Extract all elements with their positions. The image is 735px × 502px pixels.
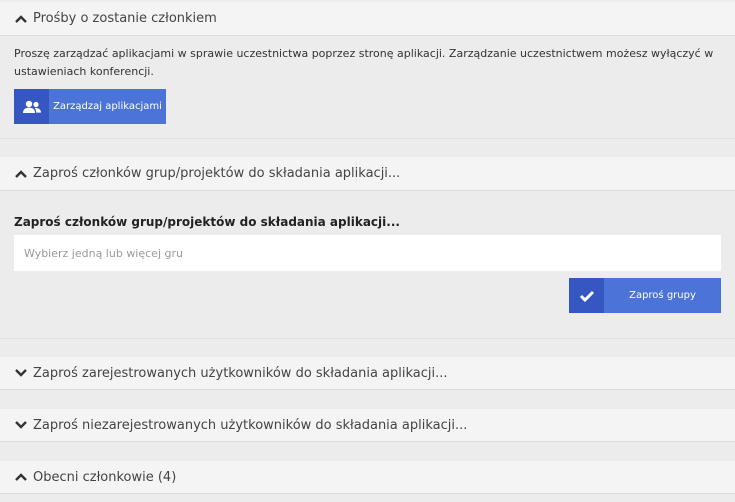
divider	[0, 338, 735, 339]
users-icon	[14, 89, 49, 124]
section-header-invite-unregistered[interactable]: Zaproś niezarejestrowanych użytkowników …	[0, 409, 735, 442]
button-label: Zarządzaj aplikacjami	[53, 101, 162, 112]
section-title: Zaproś niezarejestrowanych użytkowników …	[33, 417, 468, 433]
section-title: Obecni członkowie (4)	[33, 469, 177, 485]
chevron-up-icon	[14, 167, 28, 181]
check-icon	[569, 278, 604, 313]
chevron-down-icon	[14, 418, 28, 432]
divider	[0, 138, 735, 139]
section-header-current-members[interactable]: Obecni członkowie (4)	[0, 461, 735, 494]
button-label: Zaproś grupy	[629, 290, 696, 301]
chevron-down-icon	[14, 366, 28, 380]
section-title: Prośby o zostanie członkiem	[33, 11, 217, 26]
manage-applications-button[interactable]: Zarządzaj aplikacjami	[14, 89, 166, 124]
section-header-invite-registered[interactable]: Zaproś zarejestrowanych użytkowników do …	[0, 357, 735, 390]
invite-groups-label: Zaproś członków grup/projektów do składa…	[14, 215, 400, 229]
invite-groups-button[interactable]: Zaproś grupy	[569, 278, 721, 313]
requests-description: Proszę zarządzać aplikacjami w sprawie u…	[14, 47, 714, 78]
section-title: Zaproś zarejestrowanych użytkowników do …	[33, 365, 448, 381]
section-title: Zaproś członków grup/projektów do składa…	[33, 166, 401, 181]
chevron-up-icon	[14, 12, 28, 26]
section-header-requests[interactable]: Prośby o zostanie członkiem	[0, 2, 735, 36]
section-header-invite-groups[interactable]: Zaproś członków grup/projektów do składa…	[0, 157, 735, 191]
chevron-up-icon	[14, 470, 28, 484]
groups-select-input[interactable]	[14, 235, 721, 271]
